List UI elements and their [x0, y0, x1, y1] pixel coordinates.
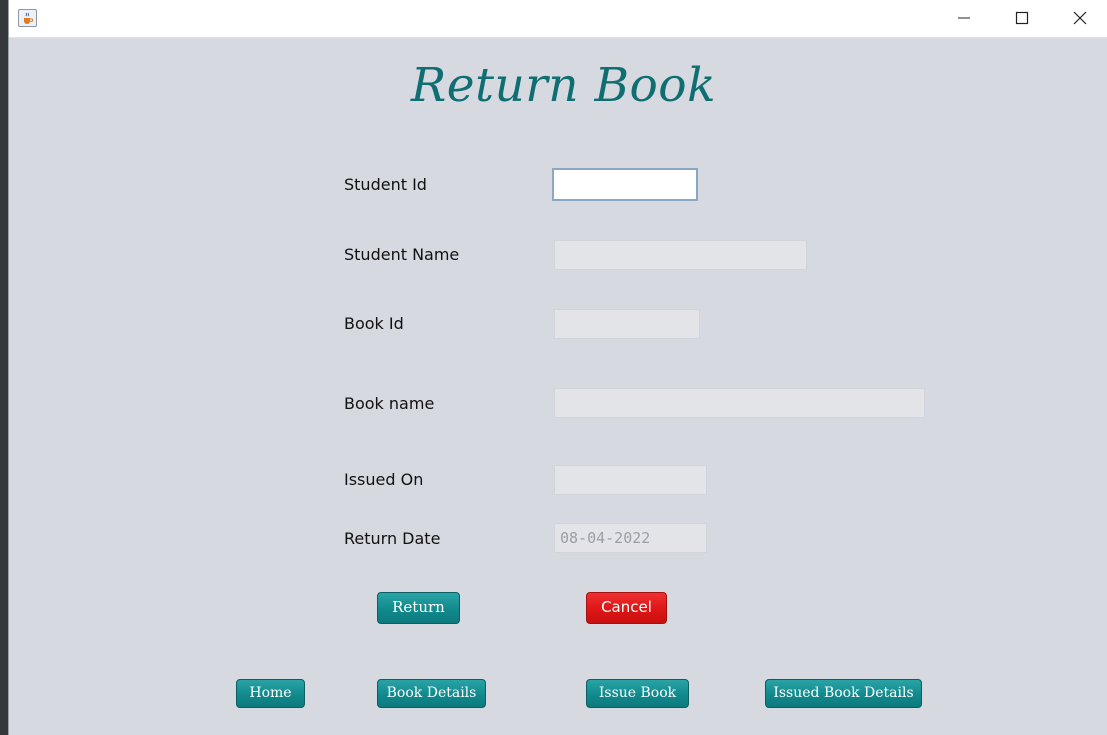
issued-on-label: Issued On	[344, 470, 424, 489]
book-name-label: Book name	[344, 394, 435, 413]
book-id-field[interactable]	[554, 309, 700, 339]
home-button[interactable]: Home	[236, 679, 305, 708]
close-icon	[1073, 11, 1087, 25]
close-button[interactable]	[1052, 0, 1107, 37]
page-title: Return Book	[410, 58, 717, 113]
return-date-field[interactable]: 08-04-2022	[554, 523, 707, 553]
maximize-icon	[1015, 11, 1029, 25]
student-id-label: Student Id	[344, 175, 427, 194]
java-cup-icon[interactable]	[18, 9, 37, 27]
book-details-button[interactable]: Book Details	[377, 679, 486, 708]
issue-book-button[interactable]: Issue Book	[586, 679, 689, 708]
student-name-field[interactable]	[554, 240, 807, 270]
return-date-label: Return Date	[344, 529, 441, 548]
student-id-input[interactable]	[552, 168, 698, 201]
title-bar[interactable]	[9, 0, 1107, 38]
issued-on-field[interactable]	[554, 465, 707, 495]
book-id-label: Book Id	[344, 314, 404, 333]
book-name-field[interactable]	[554, 388, 925, 418]
return-book-window: Return Book Student Id Student Name Book…	[8, 0, 1107, 735]
issued-book-details-button[interactable]: Issued Book Details	[765, 679, 922, 708]
minimize-button[interactable]	[936, 0, 994, 37]
minimize-icon	[958, 17, 970, 19]
maximize-button[interactable]	[994, 0, 1052, 37]
student-name-label: Student Name	[344, 245, 460, 264]
cancel-button[interactable]: Cancel	[586, 592, 667, 624]
return-button[interactable]: Return	[377, 592, 460, 624]
